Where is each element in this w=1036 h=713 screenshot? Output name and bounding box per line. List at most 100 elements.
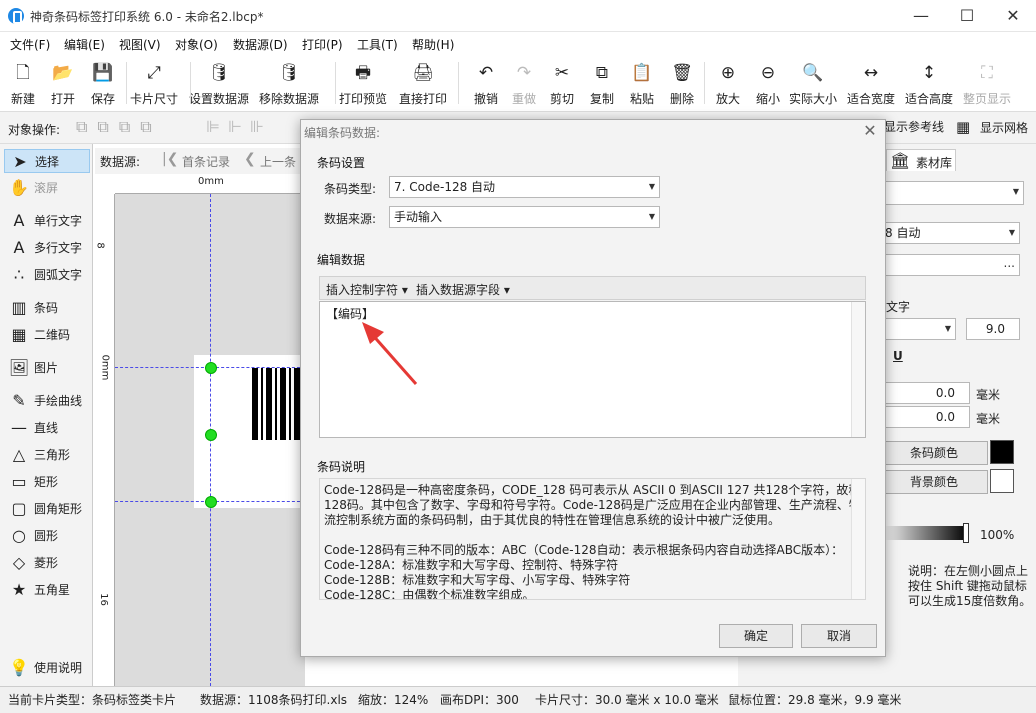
toolbar-button-fit-height[interactable]: ↕ 适合高度: [898, 60, 960, 108]
first-record-button[interactable]: 首条记录: [182, 153, 230, 170]
tool-label: 手绘曲线: [34, 394, 83, 408]
fit-page-icon: ⛶: [981, 63, 993, 83]
data-field[interactable]: ...: [880, 254, 1020, 276]
toolbar-button-print[interactable]: 🖨 直接打印: [392, 60, 454, 108]
toolbar-button-database[interactable]: 🛢 设置数据源: [188, 60, 250, 108]
toolbar-button-card-size[interactable]: ⤢ 卡片尺寸: [123, 60, 185, 108]
cancel-button[interactable]: 取消: [801, 624, 877, 648]
dialog-close-icon[interactable]: ✕: [860, 121, 880, 141]
tool-arc-text[interactable]: ∴ 圆弧文字: [4, 263, 90, 287]
font-size-spinner[interactable]: 9.0: [966, 318, 1020, 340]
toolbar-button-actual-size[interactable]: 🔍 实际大小: [782, 60, 844, 108]
toolbar-button-paste[interactable]: 📋 粘贴: [620, 60, 664, 108]
toolbar-button-open[interactable]: 📂 打开: [41, 60, 85, 108]
tool-triangle[interactable]: △ 三角形: [4, 443, 90, 467]
tool-hand[interactable]: ✋ 滚屏: [4, 176, 90, 200]
menu-object[interactable]: 对象(O): [175, 36, 218, 53]
toolbar-button-fit-width[interactable]: ↔ 适合宽度: [840, 60, 902, 108]
menu-datasource[interactable]: 数据源(D): [233, 36, 288, 53]
description-scrollbar[interactable]: [851, 479, 865, 599]
font-label: 文字: [886, 300, 911, 314]
toolbar-button-label: 适合宽度: [846, 92, 895, 106]
data-source-combo[interactable]: 手动输入 ▼: [389, 206, 660, 228]
toolbar-button-label: 复制: [589, 92, 614, 106]
barcode-description-text: Code-128码是一种高密度条码，CODE_128 码可表示从 ASCII 0…: [319, 478, 866, 600]
barcode-preview[interactable]: [252, 368, 300, 440]
toolbar-button-fit-page[interactable]: ⛶ 整页显示: [956, 60, 1018, 108]
show-reference-lines-toggle[interactable]: 显示参考线: [884, 117, 944, 137]
tool-pointer[interactable]: ➤ 选择: [4, 149, 90, 173]
open-icon: 📂: [52, 63, 74, 83]
tool-circle[interactable]: ○ 圆形: [4, 524, 90, 548]
tool-label: 条码: [34, 301, 59, 315]
tool-barcode[interactable]: ▥ 条码: [4, 296, 90, 320]
remove-database-icon: 🛢: [278, 63, 300, 83]
barcode-type-select[interactable]: 8 自动 ▼: [880, 222, 1020, 244]
ok-button[interactable]: 确定: [719, 624, 793, 648]
toolbar-button-label: 剪切: [549, 92, 574, 106]
pen-icon: ✎: [12, 391, 26, 410]
tool-qrcode[interactable]: ▦ 二维码: [4, 323, 90, 347]
menu-file[interactable]: 文件(F): [10, 36, 50, 53]
offset-y-input[interactable]: 0.0: [880, 406, 970, 428]
minimize-button[interactable]: —: [898, 0, 944, 32]
toolbar-separator: [458, 62, 459, 104]
prev-record-button[interactable]: 上一条: [260, 153, 296, 170]
insert-control-char-button[interactable]: 插入控制字符 ▾: [326, 281, 408, 298]
tool-rectangle[interactable]: ▭ 矩形: [4, 470, 90, 494]
tool-pen[interactable]: ✎ 手绘曲线: [4, 389, 90, 413]
textarea-scrollbar[interactable]: [851, 302, 865, 437]
toolbar-button-label: 整页显示: [962, 92, 1011, 106]
triangle-icon: △: [12, 445, 26, 464]
toolbar-button-save[interactable]: 💾 保存: [81, 60, 125, 108]
resize-handle[interactable]: [205, 362, 217, 374]
resize-handle[interactable]: [205, 496, 217, 508]
tool-label: 圆角矩形: [34, 502, 83, 516]
rectangle-icon: ▭: [11, 472, 27, 491]
barcode-color-button[interactable]: 条码颜色: [880, 441, 988, 465]
tool-diamond[interactable]: ◇ 菱形: [4, 551, 90, 575]
tool-rounded-rect[interactable]: ▢ 圆角矩形: [4, 497, 90, 521]
print-icon: 🖨: [412, 63, 434, 83]
resize-handle[interactable]: [205, 429, 217, 441]
close-window-button[interactable]: ✕: [990, 0, 1036, 32]
menu-tools[interactable]: 工具(T): [357, 36, 398, 53]
underline-button[interactable]: U: [893, 349, 903, 363]
tool-single-line-text[interactable]: A 单行文字: [4, 209, 90, 233]
star-icon: ★: [11, 580, 27, 599]
toolbar-button-zoom-in[interactable]: ⊕ 放大: [706, 60, 750, 108]
menu-print[interactable]: 打印(P): [302, 36, 343, 53]
show-grid-toggle[interactable]: 显示网格: [980, 119, 1028, 136]
background-color-swatch[interactable]: [990, 469, 1014, 493]
menu-help[interactable]: 帮助(H): [412, 36, 454, 53]
insert-datasource-field-button[interactable]: 插入数据源字段 ▾: [416, 281, 510, 298]
menu-view[interactable]: 视图(V): [119, 36, 161, 53]
offset-x-input[interactable]: 0.0: [880, 382, 970, 404]
tool-label: 多行文字: [34, 241, 83, 255]
toolbar-button-cut[interactable]: ✂ 剪切: [540, 60, 584, 108]
toolbar-button-remove-database[interactable]: 🛢 移除数据源: [258, 60, 320, 108]
bulb-icon: 💡: [9, 658, 29, 677]
font-select[interactable]: ▼: [880, 318, 956, 340]
opacity-slider-thumb[interactable]: [963, 523, 969, 543]
barcode-color-swatch[interactable]: [990, 440, 1014, 464]
barcode-icon: ▥: [11, 298, 27, 317]
menu-edit[interactable]: 编辑(E): [64, 36, 105, 53]
barcode-type-combo[interactable]: 7. Code-128 自动 ▼: [389, 176, 660, 198]
object-selector[interactable]: ▼: [880, 181, 1024, 205]
status-card-type: 当前卡片类型：条码标签类卡片: [8, 693, 177, 707]
tool-line[interactable]: — 直线: [4, 416, 90, 440]
ruler-16-label: 16: [97, 593, 109, 606]
toolbar-button-delete[interactable]: 🗑 删除: [660, 60, 704, 108]
toolbar-button-new-file[interactable]: 🗋 新建: [1, 60, 45, 108]
toolbar-button-print-preview[interactable]: 🖶 打印预览: [332, 60, 394, 108]
background-color-button[interactable]: 背景颜色: [880, 470, 988, 494]
toolbar-button-label: 打开: [50, 92, 75, 106]
opacity-slider[interactable]: [880, 526, 968, 540]
tool-image[interactable]: 🖼 图片: [4, 356, 90, 380]
tool-star[interactable]: ★ 五角星: [4, 578, 90, 602]
toolbar-button-copy[interactable]: ⧉ 复制: [580, 60, 624, 108]
maximize-button[interactable]: ☐: [944, 0, 990, 32]
tool-bulb[interactable]: 💡 使用说明: [4, 656, 90, 680]
tool-multi-line-text[interactable]: A 多行文字: [4, 236, 90, 260]
